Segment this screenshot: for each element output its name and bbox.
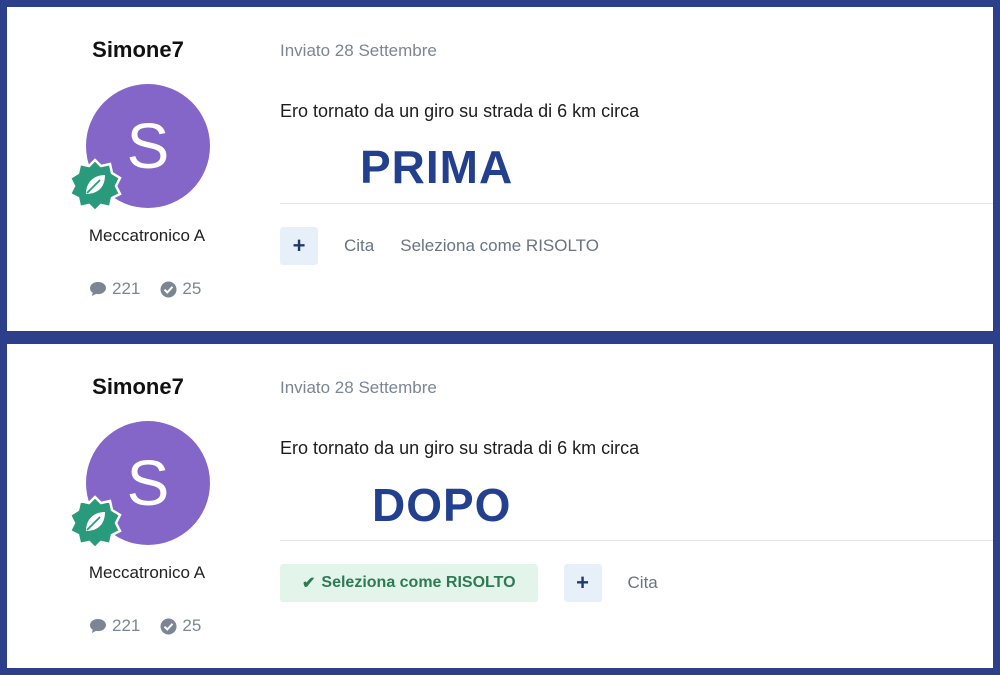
post-date[interactable]: Inviato 28 Settembre <box>280 378 437 398</box>
author-stats: 221 25 <box>89 279 201 299</box>
checkmark-icon: ✔ <box>302 575 316 592</box>
quote-link[interactable]: Cita <box>628 573 658 593</box>
author-stats: 221 25 <box>89 616 201 636</box>
post-date[interactable]: Inviato 28 Settembre <box>280 41 437 61</box>
post-body: Ero tornato da un giro su strada di 6 km… <box>280 438 640 458</box>
solved-stat[interactable]: 25 <box>160 616 201 636</box>
post-actions: + Cita Seleziona come RISOLTO <box>280 226 599 266</box>
mark-solved-link[interactable]: Seleziona come RISOLTO <box>400 236 599 256</box>
member-rank: Meccatronico A <box>88 226 206 245</box>
author-column: Simone7 S Meccatronico A 221 25 <box>7 344 283 668</box>
caption-label: PRIMA <box>360 141 514 193</box>
comment-icon <box>90 282 106 296</box>
author-column: Simone7 S Meccatronico A 221 25 <box>7 7 283 331</box>
check-circle-icon <box>160 618 177 634</box>
posts-stat[interactable]: 221 <box>89 279 140 299</box>
quote-link[interactable]: Cita <box>344 236 374 256</box>
avatar-letter: S <box>126 447 170 519</box>
posts-count: 221 <box>112 279 141 298</box>
post-content: Inviato 28 Settembre Ero tornato da un g… <box>280 7 993 331</box>
post-panel-dopo: Simone7 S Meccatronico A 221 25 Inviato … <box>7 344 993 668</box>
post-panel-prima: Simone7 S Meccatronico A 221 25 Inviato … <box>7 7 993 331</box>
divider <box>280 203 993 204</box>
mark-solved-label: Seleziona come RISOLTO <box>321 574 516 591</box>
avatar-letter: S <box>126 110 170 182</box>
username[interactable]: Simone7 <box>7 374 283 400</box>
caption-label: DOPO <box>372 479 512 531</box>
posts-count: 221 <box>112 616 141 635</box>
mark-solved-button[interactable]: ✔ Seleziona come RISOLTO <box>280 564 538 602</box>
post-actions: ✔ Seleziona come RISOLTO + Cita <box>280 563 658 603</box>
check-circle-icon <box>160 281 177 297</box>
member-rank: Meccatronico A <box>88 563 206 582</box>
post-content: Inviato 28 Settembre Ero tornato da un g… <box>280 344 993 668</box>
multiquote-button[interactable]: + <box>563 564 602 602</box>
solved-stat[interactable]: 25 <box>160 279 201 299</box>
leaf-badge-icon[interactable] <box>68 495 122 549</box>
post-body: Ero tornato da un giro su strada di 6 km… <box>280 101 640 121</box>
comment-icon <box>90 619 106 633</box>
username[interactable]: Simone7 <box>7 37 283 63</box>
posts-stat[interactable]: 221 <box>89 616 140 636</box>
solved-count: 25 <box>182 279 202 298</box>
multiquote-button[interactable]: + <box>280 227 318 265</box>
solved-count: 25 <box>182 616 202 635</box>
divider <box>280 540 993 541</box>
leaf-badge-icon[interactable] <box>68 158 122 212</box>
